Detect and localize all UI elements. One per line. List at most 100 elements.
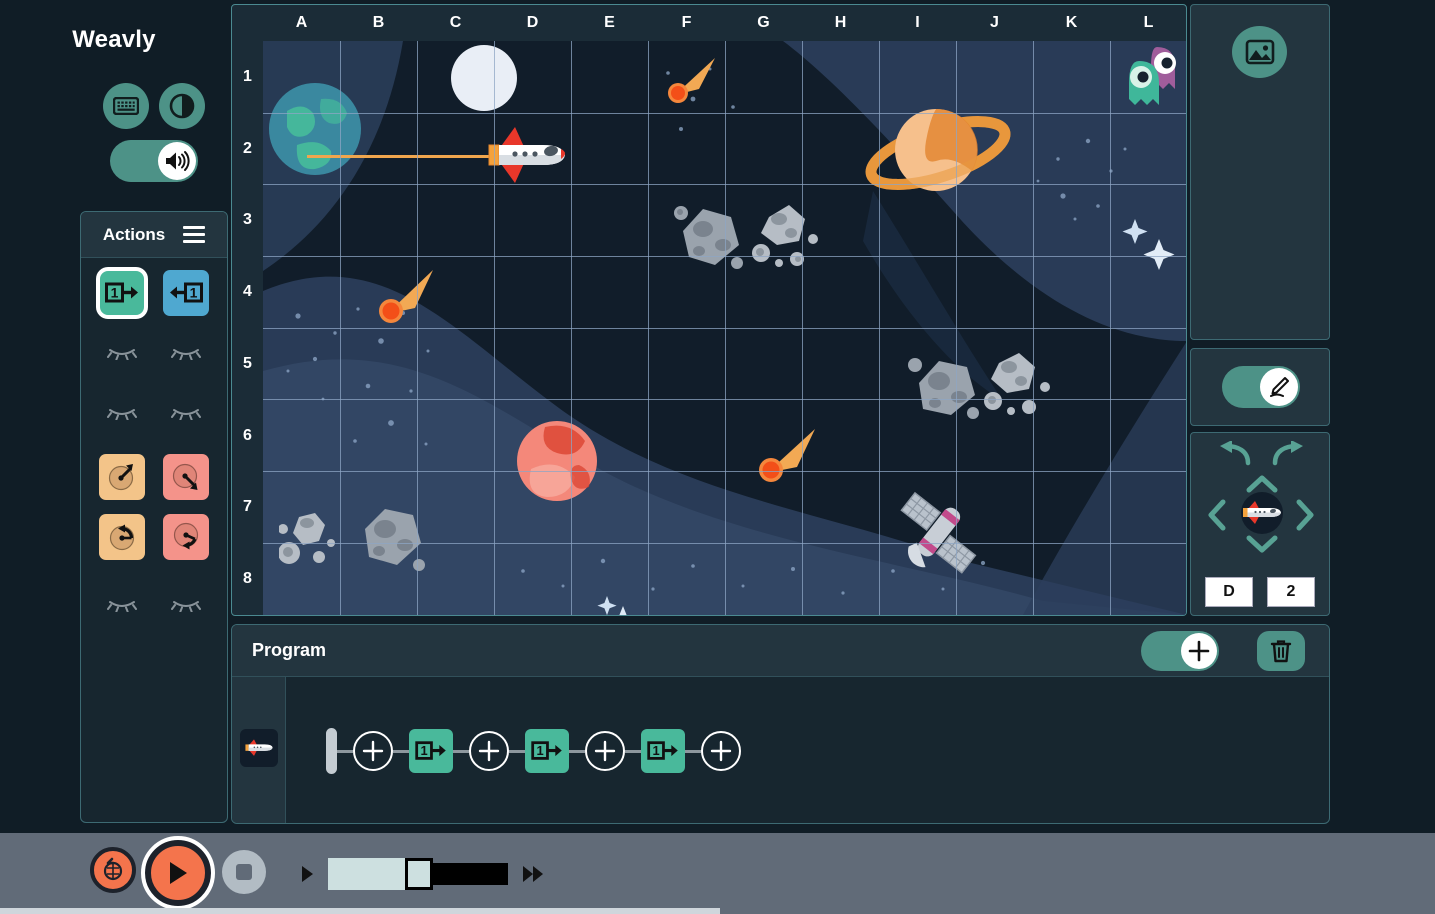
character-position-panel [1190,432,1330,616]
column-header: A [263,5,340,41]
eye-closed-icon [107,598,137,612]
undo-button[interactable] [1216,441,1252,472]
refresh-world-icon [99,856,127,884]
action-turn-right-45[interactable] [163,454,209,500]
connector [393,750,409,753]
position-inputs [1205,577,1315,607]
pen-icon [1267,375,1291,399]
contrast-toggle-button[interactable] [159,83,205,129]
left-column: Weavly [0,0,228,828]
column-headers: A B C D E F G H I J K L [263,5,1187,41]
eye-closed-icon [171,346,201,360]
actions-title: Actions [103,225,165,245]
stop-icon [235,863,253,881]
svg-text:1: 1 [190,285,198,301]
contrast-icon [168,92,196,120]
row-header: 5 [232,328,263,400]
action-turn-left-90[interactable] [99,514,145,560]
delete-program-button[interactable] [1257,631,1305,671]
speed-slider-control [300,859,550,889]
column-header: I [879,5,956,41]
play-button[interactable] [145,840,211,906]
action-turn-left-45[interactable] [99,454,145,500]
pen-toggle[interactable] [1222,366,1300,408]
action-backward-1[interactable]: 1 [163,270,209,316]
row-header: 7 [232,472,263,544]
connector [625,750,641,753]
add-action-knob [1181,633,1217,669]
column-position-input[interactable] [1205,577,1253,607]
action-row [81,390,227,436]
actions-panel-header: Actions [81,212,227,258]
eye-closed-icon [171,598,201,612]
program-panel: Program [231,624,1330,824]
plus-icon [1187,639,1211,663]
chevron-down-icon [1246,535,1278,553]
scene-panel[interactable]: A B C D E F G H I J K L 1 2 3 4 5 6 7 8 [231,4,1187,616]
move-left-button[interactable] [1208,499,1226,536]
keyboard-icon [113,97,139,115]
column-header: J [956,5,1033,41]
row-headers: 1 2 3 4 5 6 7 8 [232,41,263,615]
program-character-thumbnail[interactable] [240,729,278,767]
row-position-input[interactable] [1267,577,1315,607]
svg-text:1: 1 [111,285,119,301]
speed-slider-thumb[interactable] [405,858,433,890]
action-slot-hidden[interactable] [163,390,209,436]
redo-button[interactable] [1271,441,1307,472]
speed-slider[interactable] [328,863,508,885]
forward-1-icon: 1 [647,739,679,763]
add-block-button[interactable] [701,731,741,771]
grid-area[interactable] [263,41,1187,615]
row-header: 6 [232,400,263,472]
plus-icon [710,740,732,762]
bottom-toolbar: Share [0,833,1435,914]
audio-toggle[interactable] [110,140,198,182]
program-block-forward-1[interactable]: 1 [409,729,453,773]
plus-icon [362,740,384,762]
action-slot-hidden[interactable] [99,390,145,436]
stop-button[interactable] [222,850,266,894]
turn-left-45-icon [104,459,140,495]
action-slot-hidden[interactable] [99,582,145,628]
column-header: E [571,5,648,41]
connector [685,750,701,753]
action-slot-hidden[interactable] [163,582,209,628]
column-header: D [494,5,571,41]
svg-text:1: 1 [652,743,659,758]
turn-right-45-icon [168,459,204,495]
column-header: B [340,5,417,41]
forward-1-icon: 1 [415,739,447,763]
eye-closed-icon [107,346,137,360]
chevron-left-icon [1208,499,1226,531]
move-right-button[interactable] [1296,499,1314,536]
program-block-forward-1[interactable]: 1 [525,729,569,773]
add-block-button[interactable] [469,731,509,771]
actions-list: 1 1 [81,258,227,628]
keyboard-shortcuts-button[interactable] [103,83,149,129]
action-turn-right-90[interactable] [163,514,209,560]
refresh-world-button[interactable] [90,847,136,893]
backward-1-icon: 1 [169,280,203,306]
scene-image-button[interactable] [1232,26,1287,78]
trash-icon [1269,638,1293,664]
column-header: G [725,5,802,41]
action-forward-1[interactable]: 1 [99,270,145,316]
add-action-button[interactable] [1141,631,1219,671]
action-slot-hidden[interactable] [163,330,209,376]
hamburger-icon[interactable] [183,226,205,243]
add-block-button[interactable] [353,731,393,771]
app-title: Weavly [0,26,228,54]
action-row [81,330,227,376]
action-slot-hidden[interactable] [99,330,145,376]
redo-icon [1271,441,1307,467]
add-block-button[interactable] [585,731,625,771]
move-down-button[interactable] [1246,535,1278,558]
action-row [81,454,227,500]
plus-icon [594,740,616,762]
turn-left-90-icon [104,519,140,555]
program-sequence: 1 1 [286,677,1329,824]
action-row [81,514,227,560]
program-block-forward-1[interactable]: 1 [641,729,685,773]
connector [337,750,353,753]
